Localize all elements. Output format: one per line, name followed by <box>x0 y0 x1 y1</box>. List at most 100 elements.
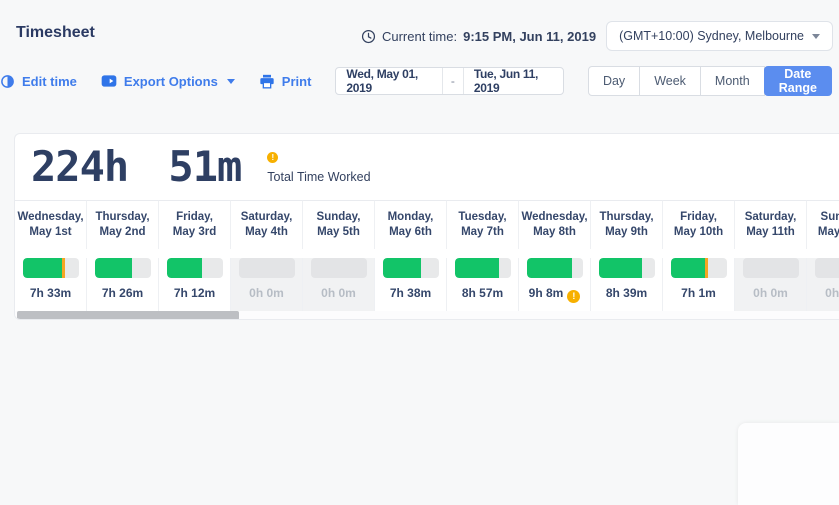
day-bar[interactable] <box>743 258 799 278</box>
day-weekday: Sunday, <box>821 210 839 225</box>
day-columns-viewport: Wednesday, May 1st 7h 33m Thursday, May … <box>15 200 839 311</box>
view-button-month[interactable]: Month <box>700 66 765 96</box>
day-bar[interactable] <box>671 258 727 278</box>
toolbar: Edit time Export Options Print Wed, May … <box>0 66 832 96</box>
day-header: Monday, May 6th <box>375 200 447 249</box>
day-bar[interactable] <box>167 258 223 278</box>
day-column: Thursday, May 2nd 7h 26m <box>87 200 159 311</box>
day-time: 7h 26m <box>87 286 158 300</box>
day-body: 0h 0m <box>303 258 375 311</box>
day-column: Monday, May 6th 7h 38m <box>375 200 447 311</box>
day-bar-fill <box>671 258 706 278</box>
date-range-separator: - <box>442 68 464 94</box>
export-options-label: Export Options <box>124 74 218 89</box>
day-header: Wednesday, May 8th <box>519 200 591 249</box>
print-icon <box>259 74 275 89</box>
day-bar[interactable] <box>383 258 439 278</box>
edit-time-button[interactable]: Edit time <box>0 74 77 89</box>
print-label: Print <box>282 74 312 89</box>
day-date: May 2nd <box>99 225 145 240</box>
day-bar-fill <box>455 258 500 278</box>
day-bar[interactable] <box>455 258 511 278</box>
day-column: Saturday, May 4th 0h 0m <box>231 200 303 311</box>
day-time-text: 0h 0m <box>321 286 356 300</box>
view-button-date-range[interactable]: Date Range <box>764 66 832 96</box>
day-bar-fill <box>383 258 421 278</box>
horizontal-scrollbar[interactable] <box>15 311 839 320</box>
day-date: May 9th <box>605 225 648 240</box>
day-time-text: 0h 0m <box>825 286 839 300</box>
day-bar[interactable] <box>95 258 151 278</box>
day-weekday: Wednesday, <box>521 210 587 225</box>
export-options-button[interactable]: Export Options <box>101 74 235 89</box>
view-button-day[interactable]: Day <box>588 66 640 96</box>
day-warning-icon[interactable]: ! <box>567 290 580 303</box>
day-weekday: Saturday, <box>745 210 797 225</box>
day-date: May 12th <box>818 225 839 240</box>
day-column: Friday, May 3rd 7h 12m <box>159 200 231 311</box>
bar-marker-icon <box>62 258 65 278</box>
day-header: Wednesday, May 1st <box>15 200 87 249</box>
day-date: May 5th <box>317 225 360 240</box>
day-time: 0h 0m <box>735 286 806 300</box>
day-weekday: Friday, <box>680 210 717 225</box>
timesheet-card: 224h 51m ! Total Time Worked Wednesday, … <box>14 133 839 320</box>
day-weekday: Thursday, <box>599 210 653 225</box>
day-bar[interactable] <box>23 258 79 278</box>
day-column: Sunday, May 12th 0h 0m <box>807 200 839 311</box>
day-time: 0h 0m <box>807 286 839 300</box>
clock-icon <box>361 29 376 44</box>
day-body: 7h 26m <box>87 258 159 311</box>
popup-panel <box>738 423 839 505</box>
day-bar[interactable] <box>599 258 655 278</box>
day-column: Wednesday, May 8th 9h 8m! <box>519 200 591 311</box>
day-column: Wednesday, May 1st 7h 33m <box>15 200 87 311</box>
day-bar[interactable] <box>239 258 295 278</box>
day-header: Sunday, May 12th <box>807 200 839 249</box>
day-date: May 7th <box>461 225 504 240</box>
day-column: Friday, May 10th 7h 1m <box>663 200 735 311</box>
day-body: 8h 57m <box>447 258 519 311</box>
day-bar[interactable] <box>527 258 583 278</box>
day-date: May 11th <box>746 225 795 240</box>
view-switcher: DayWeekMonthDate Range <box>588 66 832 96</box>
day-time-text: 7h 26m <box>102 286 143 300</box>
day-body: 9h 8m! <box>519 258 591 311</box>
day-body: 7h 12m <box>159 258 231 311</box>
scrollbar-thumb[interactable] <box>17 311 239 320</box>
day-date: May 10th <box>674 225 723 240</box>
warning-icon[interactable]: ! <box>267 152 278 163</box>
day-column: Thursday, May 9th 8h 39m <box>591 200 663 311</box>
day-date: May 3rd <box>173 225 216 240</box>
day-header: Sunday, May 5th <box>303 200 375 249</box>
export-icon <box>101 74 117 88</box>
day-weekday: Saturday, <box>241 210 293 225</box>
view-button-week[interactable]: Week <box>639 66 701 96</box>
day-bar[interactable] <box>815 258 839 278</box>
timezone-select[interactable]: (GMT+10:00) Sydney, Melbourne <box>606 21 833 51</box>
edit-time-label: Edit time <box>22 74 77 89</box>
day-time-text: 7h 12m <box>174 286 215 300</box>
day-time: 7h 12m <box>159 286 230 300</box>
day-weekday: Sunday, <box>317 210 361 225</box>
day-bar-fill <box>95 258 133 278</box>
day-time-text: 8h 39m <box>606 286 647 300</box>
day-time: 7h 38m <box>375 286 446 300</box>
chevron-down-icon <box>227 79 235 84</box>
edit-time-icon <box>0 74 15 89</box>
day-header: Saturday, May 11th <box>735 200 807 249</box>
day-time: 0h 0m <box>303 286 374 300</box>
day-header: Friday, May 3rd <box>159 200 231 249</box>
day-time: 8h 39m <box>591 286 662 300</box>
date-from-input[interactable]: Wed, May 01, 2019 <box>336 68 441 94</box>
day-header: Friday, May 10th <box>663 200 735 249</box>
print-button[interactable]: Print <box>259 74 312 89</box>
day-bar[interactable] <box>311 258 367 278</box>
day-time-text: 7h 1m <box>681 286 716 300</box>
timezone-value: (GMT+10:00) Sydney, Melbourne <box>619 29 804 43</box>
date-to-input[interactable]: Tue, Jun 11, 2019 <box>464 68 563 94</box>
day-body: 8h 39m <box>591 258 663 311</box>
current-time-value: 9:15 PM, Jun 11, 2019 <box>463 29 596 44</box>
header-right: Current time: 9:15 PM, Jun 11, 2019 (GMT… <box>361 21 833 51</box>
day-weekday: Monday, <box>388 210 434 225</box>
